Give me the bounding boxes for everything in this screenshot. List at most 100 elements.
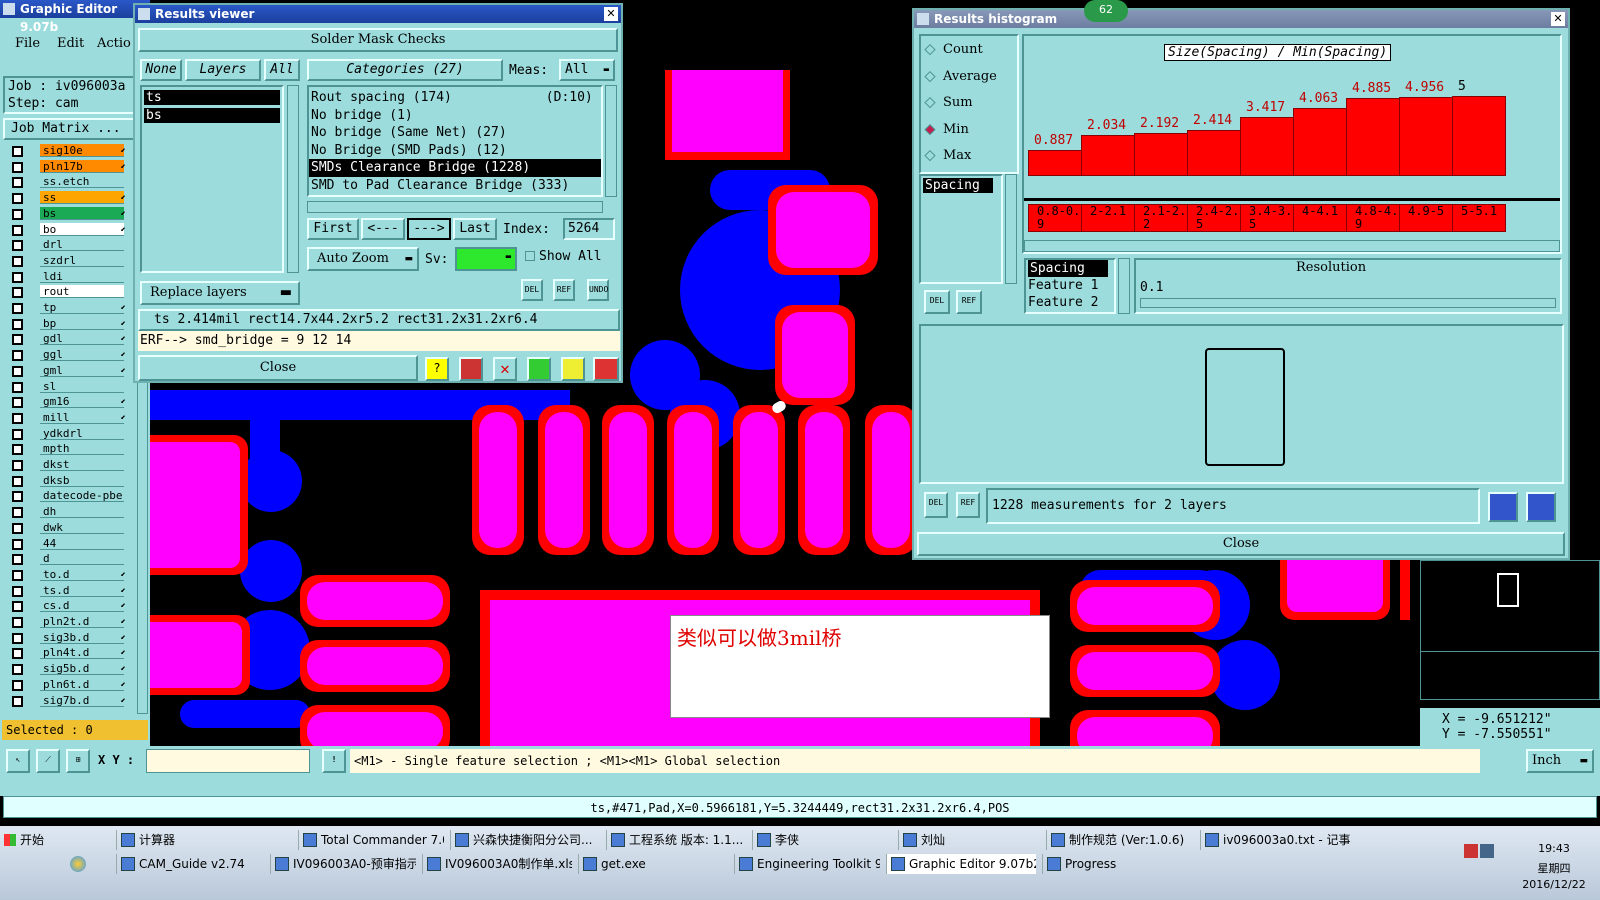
mode-radio-min[interactable]: ◆ Min — [925, 121, 969, 137]
ref-button[interactable]: REF — [956, 290, 982, 314]
measure-list[interactable]: Spacing — [919, 174, 1003, 284]
first-button[interactable]: First — [307, 218, 359, 240]
layer-checkbox[interactable] — [12, 428, 23, 440]
layer-name[interactable]: mill — [40, 410, 124, 424]
layer-name[interactable]: bo — [40, 222, 124, 236]
layer-name[interactable]: cs.d — [40, 599, 124, 613]
category-list-vscroll[interactable] — [605, 85, 617, 197]
all-layers-button[interactable]: All — [264, 59, 300, 81]
taskbar-item[interactable]: 工程系统 版本: 1.1... — [606, 830, 746, 850]
histogram-bar[interactable] — [1028, 150, 1082, 176]
layer-checkbox[interactable] — [12, 648, 23, 660]
taskbar-item[interactable]: 兴森快捷衡阳分公司... — [450, 830, 600, 850]
mode-radio-sum[interactable]: ◆ Sum — [925, 95, 973, 111]
show-all-checkbox[interactable] — [525, 251, 535, 261]
layer-name[interactable]: bs — [40, 206, 124, 220]
xy-input[interactable] — [146, 749, 310, 773]
layer-row[interactable]: pln4t.d ⬋ — [10, 646, 128, 660]
close-icon[interactable]: ✕ — [604, 7, 618, 21]
layer-name[interactable]: ydkdrl — [40, 426, 124, 440]
layer-checkbox[interactable] — [12, 444, 23, 456]
layer-name[interactable]: ggl — [40, 348, 124, 362]
layer-name[interactable]: sig5b.d — [40, 662, 124, 676]
feature-list-vscroll[interactable] — [1118, 258, 1130, 314]
layer-name[interactable]: gdl — [40, 332, 124, 346]
taskbar-item[interactable]: 李侠 — [752, 830, 892, 850]
layer-checkbox[interactable] — [12, 255, 23, 267]
layer-row[interactable]: sig10e ⬋ — [10, 144, 128, 158]
taskbar-item[interactable]: get.exe — [578, 854, 728, 874]
layer-row[interactable]: 44 — [10, 536, 128, 551]
layer-select-list[interactable]: ts bs — [140, 85, 284, 273]
alert-icon[interactable]: ! — [322, 749, 346, 773]
replace-layers-button[interactable]: Replace layers ▬ — [140, 281, 300, 305]
layer-row[interactable]: cs.d ⬋ — [10, 599, 128, 613]
list-item[interactable]: ts — [144, 90, 280, 105]
taskbar-item[interactable]: Total Commander 7.0 p... — [298, 830, 444, 850]
layer-name[interactable]: pln2t.d — [40, 615, 124, 628]
taskbar-item[interactable]: Engineering Toolkit 9.07... — [734, 854, 880, 874]
layer-row[interactable]: ldi — [10, 269, 128, 284]
layer-checkbox[interactable] — [12, 554, 23, 566]
layer-row[interactable]: dwk — [10, 520, 128, 535]
list-item[interactable]: Feature 1 — [1028, 277, 1114, 294]
layer-row[interactable]: dkst — [10, 458, 128, 472]
layer-name[interactable]: dwk — [40, 520, 124, 534]
sv-color-select[interactable]: ▬ — [455, 247, 517, 271]
histogram-bar[interactable] — [1399, 96, 1453, 176]
layers-button[interactable]: Layers — [185, 59, 261, 81]
volume-icon[interactable] — [1480, 844, 1494, 858]
layer-name[interactable]: sig7b.d — [40, 693, 124, 707]
layer-checkbox[interactable] — [12, 146, 23, 157]
close-icon[interactable]: ✕ — [1551, 12, 1565, 26]
auto-zoom-select[interactable]: Auto Zoom ▬ — [307, 247, 419, 271]
layer-name[interactable]: rout — [40, 285, 124, 299]
histogram-bar[interactable] — [1134, 133, 1188, 176]
taskbar-item[interactable]: IV096003A0制作单.xls ... — [422, 854, 572, 874]
layer-name[interactable]: ts.d — [40, 583, 124, 597]
histogram-bar[interactable] — [1346, 97, 1400, 176]
help-icon[interactable]: ? — [425, 357, 449, 381]
layer-row[interactable]: mpth — [10, 442, 128, 456]
close-button[interactable]: Close — [917, 532, 1565, 556]
layer-row[interactable]: bo ⬋ — [10, 222, 128, 237]
layer-row[interactable]: bs ⬋ — [10, 206, 128, 221]
taskbar-item[interactable]: 计算器 — [116, 830, 292, 850]
list-item[interactable]: No bridge (Same Net) (27) — [309, 124, 601, 142]
layer-checkbox[interactable] — [12, 664, 23, 676]
categories-button[interactable]: Categories (27) — [307, 59, 503, 81]
taskbar-item[interactable]: Progress — [1042, 854, 1192, 874]
layer-name[interactable]: d — [40, 552, 124, 566]
ref-button[interactable]: REF — [553, 279, 575, 301]
layer-checkbox[interactable] — [12, 381, 23, 393]
menu-edit[interactable]: Edit — [57, 36, 84, 51]
layer-row[interactable]: gml ⬋ — [10, 363, 128, 378]
select-tool-icon[interactable]: ↖ — [6, 749, 30, 773]
layer-name[interactable]: sig3b.d — [40, 630, 124, 644]
layer-row[interactable]: sig5b.d ⬋ — [10, 662, 128, 676]
start-button[interactable]: 开始 — [2, 830, 52, 850]
network-icon[interactable] — [1464, 844, 1478, 858]
index-input[interactable]: 5264 — [563, 218, 615, 240]
next-button[interactable]: ---> — [407, 218, 451, 240]
histogram-bar[interactable] — [1240, 116, 1294, 176]
layer-list[interactable]: sig10e ⬋ pln17b ⬋ ss.etch ss ⬋ bs ⬋ bo ⬋ drl szdrl ld… — [2, 144, 136, 714]
histogram-bar[interactable] — [1452, 96, 1506, 176]
layer-checkbox[interactable] — [12, 161, 23, 173]
layer-checkbox[interactable] — [12, 460, 23, 471]
layer-checkbox[interactable] — [12, 287, 23, 299]
layer-checkbox[interactable] — [12, 177, 23, 189]
taskbar-item[interactable]: CAM_Guide v2.74 — [116, 854, 264, 874]
mode-radio-average[interactable]: ◆ Average — [925, 68, 997, 84]
layer-row[interactable]: datecode-pbe — [10, 489, 128, 503]
layer-row[interactable]: bp ⬋ — [10, 316, 128, 331]
layer-row[interactable]: ss.etch — [10, 175, 128, 189]
layer-row[interactable]: dh — [10, 505, 128, 519]
layer-checkbox[interactable] — [12, 617, 23, 628]
list-item[interactable]: No bridge (1) — [309, 107, 601, 125]
layer-checkbox[interactable] — [12, 491, 23, 503]
del-button[interactable]: DEL — [924, 290, 950, 314]
measure-tool-icon[interactable]: ⟋ — [36, 749, 60, 773]
histogram-bar[interactable] — [1081, 135, 1135, 176]
mode-radio-max[interactable]: ◆ Max — [925, 148, 972, 164]
